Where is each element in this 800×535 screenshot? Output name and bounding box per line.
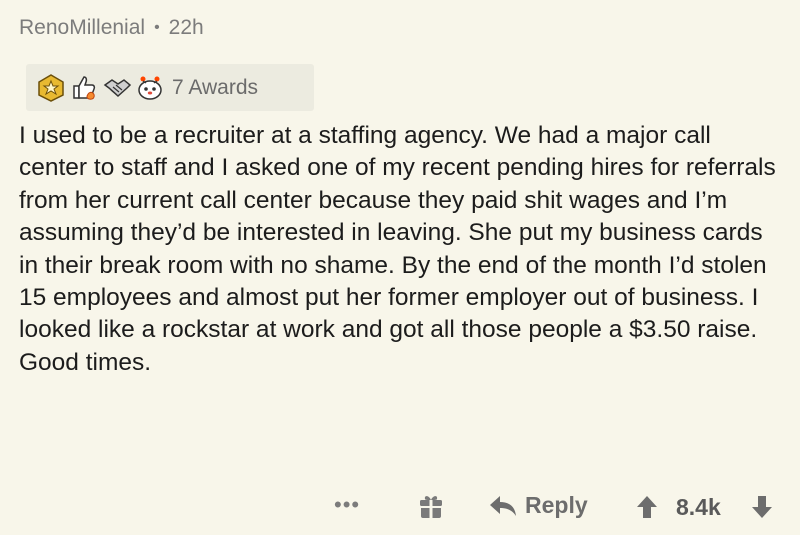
gift-icon: [420, 496, 442, 518]
downvote-button[interactable]: [751, 495, 773, 519]
comment-actions: ••• Reply 8.4k: [0, 490, 800, 530]
reply-label: Reply: [525, 492, 588, 518]
comment-header: RenoMillenial • 22h: [19, 16, 204, 40]
gift-award-button[interactable]: [417, 493, 445, 521]
handshake-icon: [102, 73, 132, 103]
wholesome-seal-icon: [135, 73, 165, 103]
upvote-button[interactable]: [636, 495, 658, 519]
awards-count: 7 Awards: [172, 75, 258, 99]
downvote-arrow-icon: [752, 496, 772, 518]
author-name[interactable]: RenoMillenial: [19, 16, 145, 40]
more-options-button[interactable]: •••: [334, 492, 360, 518]
thumbs-up-fire-icon: [69, 73, 99, 103]
comment-age: 22h: [168, 16, 204, 39]
upvote-arrow-icon: [637, 496, 657, 518]
awards-bar[interactable]: 7 Awards: [26, 64, 314, 111]
comment-body: I used to be a recruiter at a staffing a…: [19, 122, 776, 376]
vote-score: 8.4k: [676, 494, 721, 520]
separator-dot: •: [154, 19, 160, 36]
reply-arrow-icon: [490, 495, 516, 516]
gold-medal-icon: [36, 73, 66, 103]
reply-button[interactable]: Reply: [489, 492, 588, 519]
